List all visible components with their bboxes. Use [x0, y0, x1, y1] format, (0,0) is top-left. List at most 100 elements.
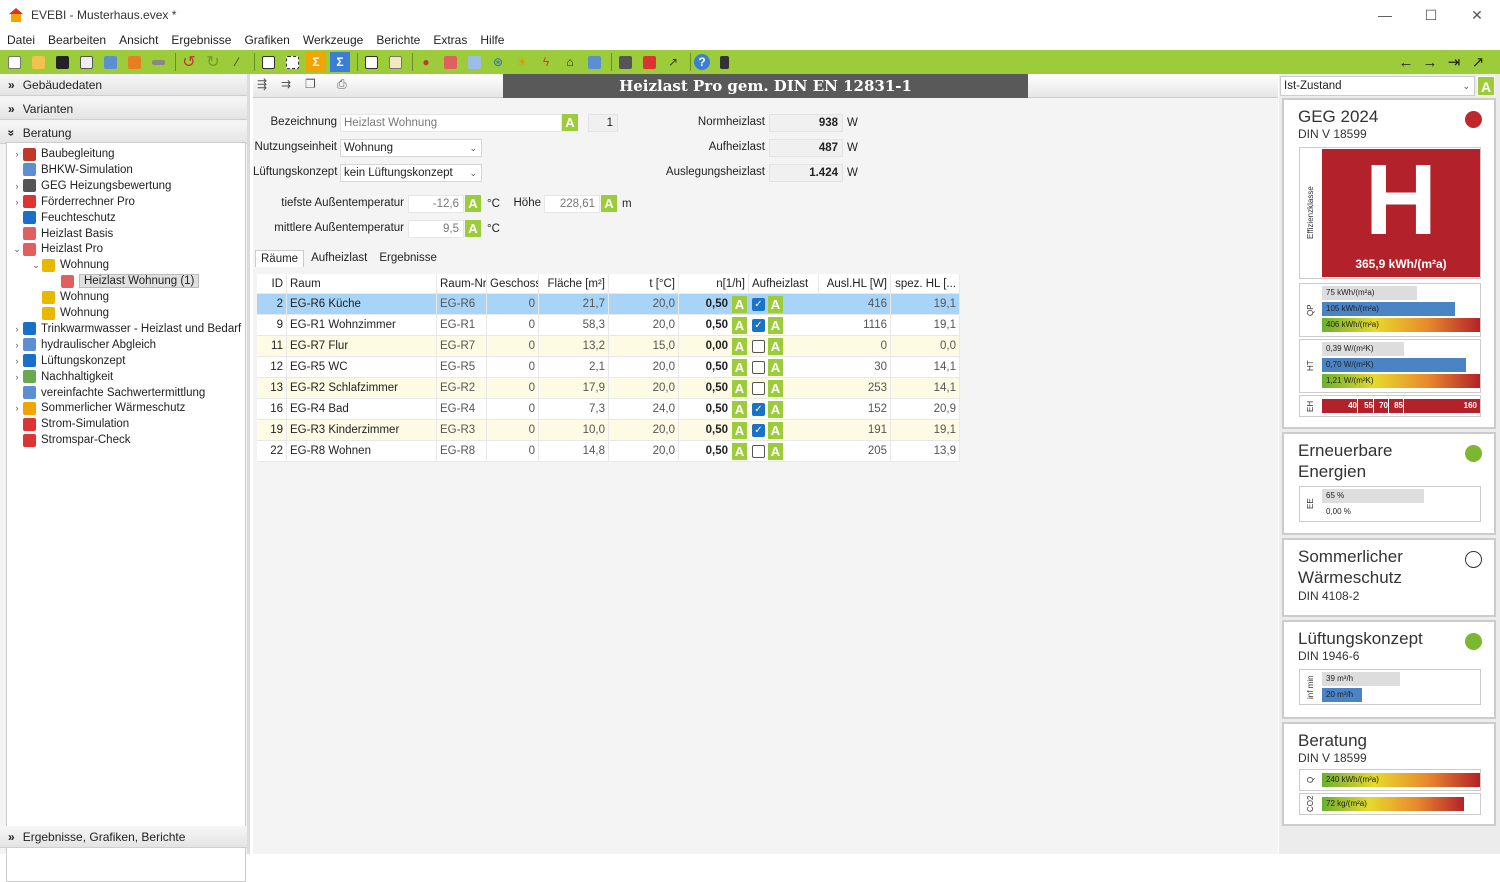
expand-right-icon[interactable]: ›: [11, 340, 23, 350]
tree-item[interactable]: › Baubegleitung: [11, 146, 115, 162]
ventilation-icon[interactable]: ⊛: [488, 52, 508, 72]
report-icon[interactable]: [639, 52, 659, 72]
expand-right-icon[interactable]: ›: [11, 181, 23, 191]
help-icon[interactable]: ?: [694, 54, 710, 70]
menu-grafiken[interactable]: Grafiken: [244, 33, 289, 47]
copy-room-icon[interactable]: ❐: [305, 77, 323, 93]
aufheizlast-checkbox[interactable]: [752, 361, 765, 374]
auto-a-button[interactable]: A: [465, 220, 481, 237]
lightning-icon[interactable]: ϟ: [536, 52, 556, 72]
aufheizlast-checkbox[interactable]: ✓: [752, 319, 765, 332]
tree-item[interactable]: ⌄ Heizlast Pro: [11, 241, 103, 257]
auto-a-button[interactable]: A: [768, 401, 783, 418]
redo-icon[interactable]: ↻: [203, 52, 223, 72]
tree-item[interactable]: › Sommerlicher Wärmeschutz: [11, 400, 185, 416]
table-row[interactable]: 11 EG-R7 Flur EG-R7 0 13,2 15,0 0,00 A A 0 0,0: [257, 336, 960, 357]
tree-item[interactable]: Heizlast Wohnung (1): [49, 273, 200, 289]
section-beratung[interactable]: » Beratung: [0, 122, 247, 144]
menu-ergebnisse[interactable]: Ergebnisse: [171, 33, 231, 47]
building-icon[interactable]: [584, 52, 604, 72]
expand-down-icon[interactable]: ⌄: [30, 260, 42, 271]
column-header[interactable]: Raum-Nr.: [437, 274, 487, 295]
aufheizlast-checkbox[interactable]: ✓: [752, 403, 765, 416]
auto-a-button[interactable]: A: [465, 195, 481, 212]
tree-item[interactable]: vereinfachte Sachwertermittlung: [11, 385, 205, 401]
undo-icon[interactable]: ↺: [179, 52, 199, 72]
magic-wand-icon[interactable]: ⁄: [227, 52, 247, 72]
tree-item[interactable]: Heizlast Basis: [11, 226, 113, 242]
chart-line-icon[interactable]: ↗: [1468, 52, 1488, 72]
sum-blue-icon[interactable]: Σ: [330, 52, 350, 72]
import-icon[interactable]: [100, 52, 120, 72]
tree-item[interactable]: Wohnung: [30, 289, 109, 305]
link-icon[interactable]: [148, 52, 168, 72]
tab-ergebnisse[interactable]: Ergebnisse: [374, 250, 442, 267]
mittlere-input[interactable]: 9,5: [408, 220, 464, 238]
list-icon[interactable]: [385, 52, 405, 72]
tree-item[interactable]: › Nachhaltigkeit: [11, 369, 113, 385]
sum-orange-icon[interactable]: Σ: [306, 52, 326, 72]
ee-card[interactable]: Erneuerbare Energien EE 65 % 0,00 %: [1282, 432, 1496, 535]
sun-icon[interactable]: ☀: [512, 52, 532, 72]
table-row[interactable]: 13 EG-R2 Schlafzimmer EG-R2 0 17,9 20,0 0,50 A A…: [257, 378, 960, 399]
menu-hilfe[interactable]: Hilfe: [480, 33, 504, 47]
calculator-icon[interactable]: [615, 52, 635, 72]
section-ergebnisse[interactable]: » Ergebnisse, Grafiken, Berichte: [0, 826, 247, 848]
table-row[interactable]: 9 EG-R1 Wohnzimmer EG-R1 0 58,3 20,0 0,50 A ✓ A 11…: [257, 315, 960, 336]
table-row[interactable]: 19 EG-R3 Kinderzimmer EG-R3 0 10,0 20,0 0,50 A ✓…: [257, 420, 960, 441]
table-row[interactable]: 12 EG-R5 WC EG-R5 0 2,1 20,0 0,50 A A 30 14,1: [257, 357, 960, 378]
tree-item[interactable]: › hydraulischer Abgleich: [11, 337, 156, 353]
arrow-left-icon[interactable]: ←: [1396, 52, 1416, 72]
arrow-right-icon[interactable]: →: [1420, 52, 1440, 72]
export-icon[interactable]: [124, 52, 144, 72]
tree-item[interactable]: › Förderrechner Pro: [11, 194, 135, 210]
maximize-button[interactable]: ☐: [1408, 0, 1454, 30]
column-header[interactable]: Raum: [287, 274, 437, 295]
table-row[interactable]: 16 EG-R4 Bad EG-R4 0 7,3 24,0 0,50 A ✓ A 152 20,9: [257, 399, 960, 420]
auto-a-button[interactable]: A: [732, 338, 747, 355]
expand-down-icon[interactable]: ⌄: [11, 244, 23, 255]
column-header[interactable]: n[1/h]: [679, 274, 749, 295]
tree-item[interactable]: › Lüftungskonzept: [11, 353, 125, 369]
tab-aufheizlast[interactable]: Aufheizlast: [306, 250, 372, 267]
hoehe-input[interactable]: 228,61: [544, 195, 600, 213]
minimize-button[interactable]: —: [1362, 0, 1408, 30]
column-header[interactable]: Fläche [m²]: [539, 274, 609, 295]
new-file-icon[interactable]: [4, 52, 24, 72]
phone-icon[interactable]: [714, 52, 734, 72]
tree-item[interactable]: › Trinkwarmwasser - Heizlast und Bedarf: [11, 321, 241, 337]
heatload-icon[interactable]: [440, 52, 460, 72]
open-folder-icon[interactable]: [28, 52, 48, 72]
auto-a-button[interactable]: A: [768, 317, 783, 334]
tree-item[interactable]: Stromspar-Check: [11, 432, 130, 448]
tab-raeume[interactable]: Räume: [255, 250, 305, 267]
tiefste-input[interactable]: -12,6: [408, 195, 464, 213]
auto-a-button[interactable]: A: [732, 443, 747, 460]
tree-item[interactable]: Feuchteschutz: [11, 210, 116, 226]
section-varianten[interactable]: » Varianten: [0, 98, 247, 120]
auto-a-button[interactable]: A: [732, 317, 747, 334]
tree-item[interactable]: BHKW-Simulation: [11, 162, 133, 178]
remove-room-icon[interactable]: ⇉: [281, 77, 299, 93]
house-icon[interactable]: ⌂: [560, 52, 580, 72]
lueftung-select[interactable]: kein Lüftungskonzept ⌄: [340, 164, 482, 182]
chart-pen-icon[interactable]: ↗: [663, 52, 683, 72]
column-header[interactable]: t [°C]: [609, 274, 679, 295]
expand-right-icon[interactable]: ›: [11, 356, 23, 366]
state-select[interactable]: Ist-Zustand ⌄: [1280, 76, 1475, 96]
arrow-to-end-icon[interactable]: ⇥: [1444, 52, 1464, 72]
menu-datei[interactable]: Datei: [7, 33, 35, 47]
table-row[interactable]: 22 EG-R8 Wohnen EG-R8 0 14,8 20,0 0,50 A A 205 13,…: [257, 441, 960, 462]
menu-berichte[interactable]: Berichte: [376, 33, 420, 47]
section-gebaeudedaten[interactable]: » Gebäudedaten: [0, 74, 247, 96]
auto-a-button[interactable]: A: [768, 422, 783, 439]
save-icon[interactable]: [52, 52, 72, 72]
aufheizlast-checkbox[interactable]: [752, 382, 765, 395]
umbrella-icon[interactable]: ●: [416, 52, 436, 72]
hierarchy-icon[interactable]: [361, 52, 381, 72]
close-button[interactable]: ✕: [1454, 0, 1500, 30]
auto-a-button[interactable]: A: [732, 359, 747, 376]
tree-item[interactable]: Strom-Simulation: [11, 416, 129, 432]
menu-ansicht[interactable]: Ansicht: [119, 33, 158, 47]
tree-item[interactable]: Wohnung: [30, 305, 109, 321]
